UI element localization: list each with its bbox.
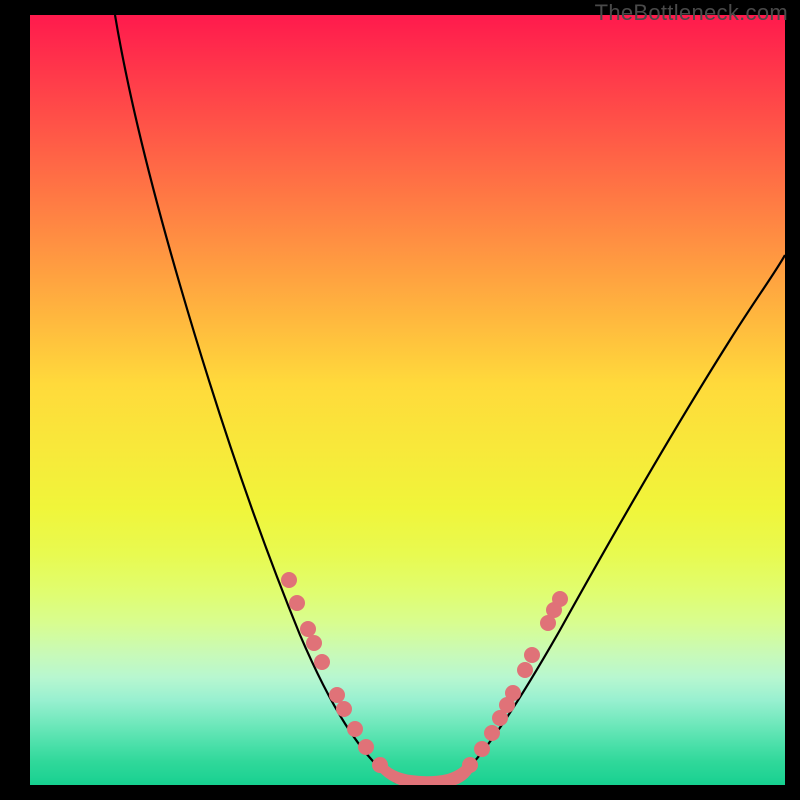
chart-canvas <box>30 15 785 785</box>
right-dots <box>462 591 568 773</box>
attribution-text: TheBottleneck.com <box>595 0 788 26</box>
chart-svg <box>30 15 785 785</box>
curve-left <box>115 15 395 782</box>
bottom-blob <box>380 765 470 785</box>
left-dots <box>281 572 388 773</box>
